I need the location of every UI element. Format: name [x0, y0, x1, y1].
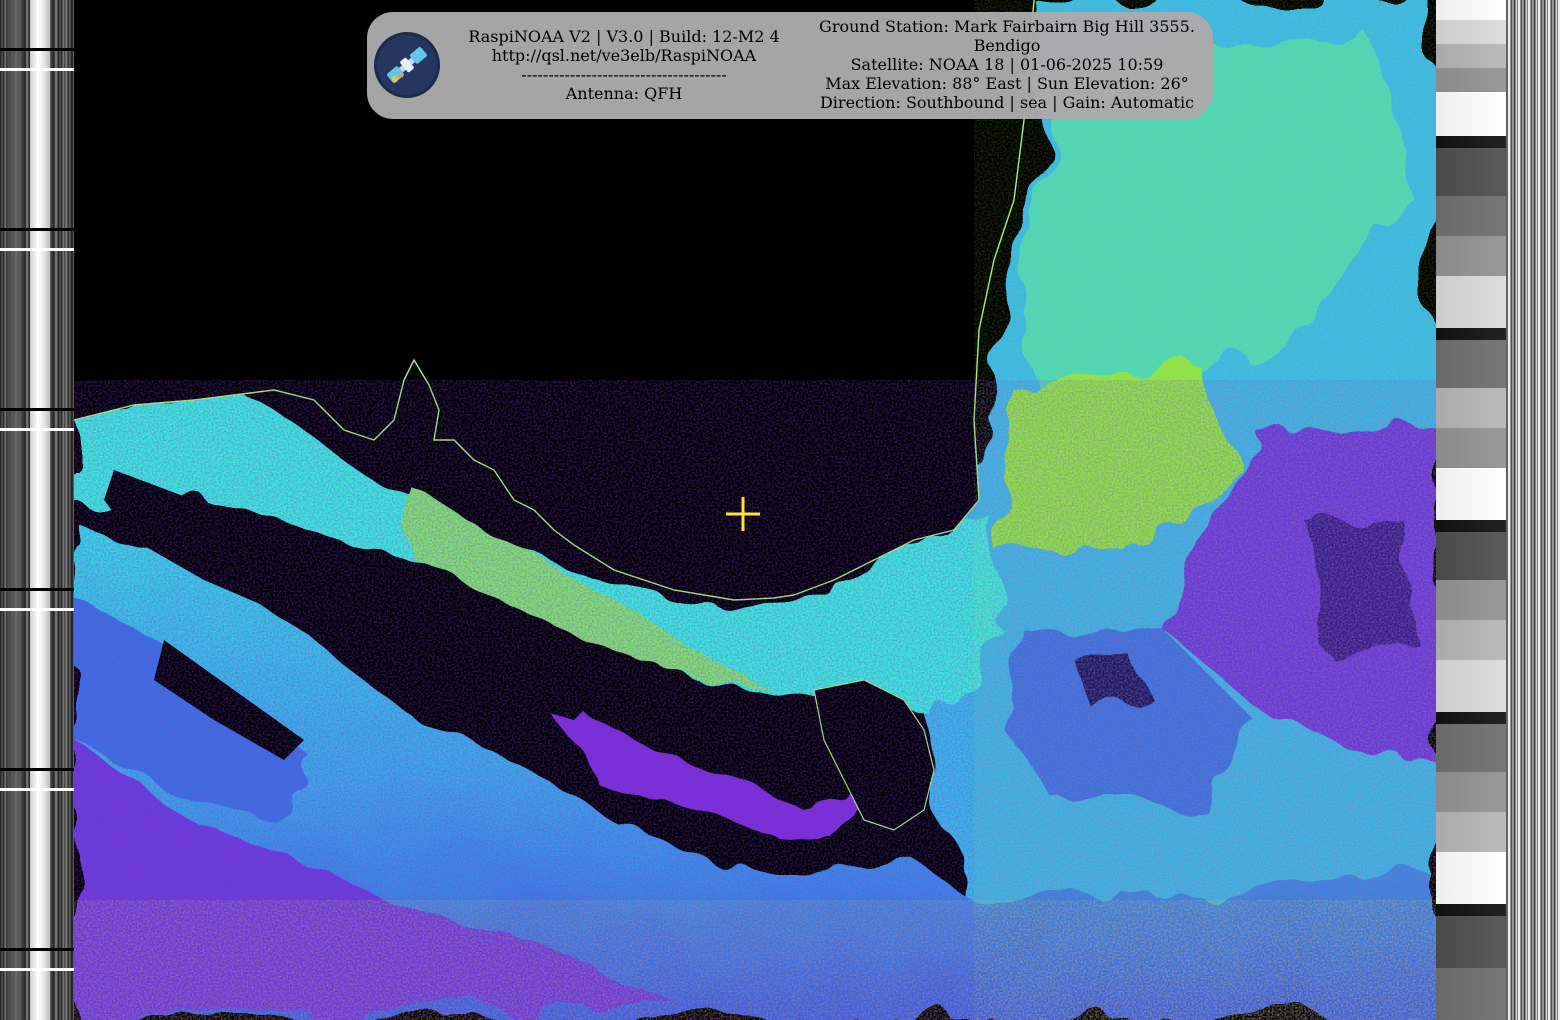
right-telemetry-strip — [1436, 0, 1560, 1020]
software-info-block: RaspiNOAA V2 | V3.0 | Build: 12-M2 4 htt… — [457, 27, 791, 103]
software-version: RaspiNOAA V2 | V3.0 | Build: 12-M2 4 — [468, 27, 780, 46]
pass-info-panel: RaspiNOAA V2 | V3.0 | Build: 12-M2 4 htt… — [367, 12, 1213, 119]
ground-station: Ground Station: Mark Fairbairn Big Hill … — [819, 17, 1195, 36]
left-telemetry-strip — [0, 0, 74, 1020]
apt-satellite-image: RaspiNOAA V2 | V3.0 | Build: 12-M2 4 htt… — [0, 0, 1560, 1020]
divider: -------------------------------------- — [521, 65, 727, 84]
elevation-info: Max Elevation: 88° East | Sun Elevation:… — [825, 74, 1189, 93]
project-url: http://qsl.net/ve3elb/RaspiNOAA — [491, 46, 757, 65]
crosshair-icon — [726, 497, 760, 531]
pass-details-block: Ground Station: Mark Fairbairn Big Hill … — [807, 17, 1207, 112]
antenna-info: Antenna: QFH — [565, 84, 683, 103]
satellite-logo-icon — [374, 32, 440, 98]
satellite-datetime: Satellite: NOAA 18 | 01-06-2025 10:59 — [850, 55, 1164, 74]
direction-gain-info: Direction: Southbound | sea | Gain: Auto… — [819, 93, 1195, 112]
ground-station-location: Bendigo — [973, 36, 1041, 55]
